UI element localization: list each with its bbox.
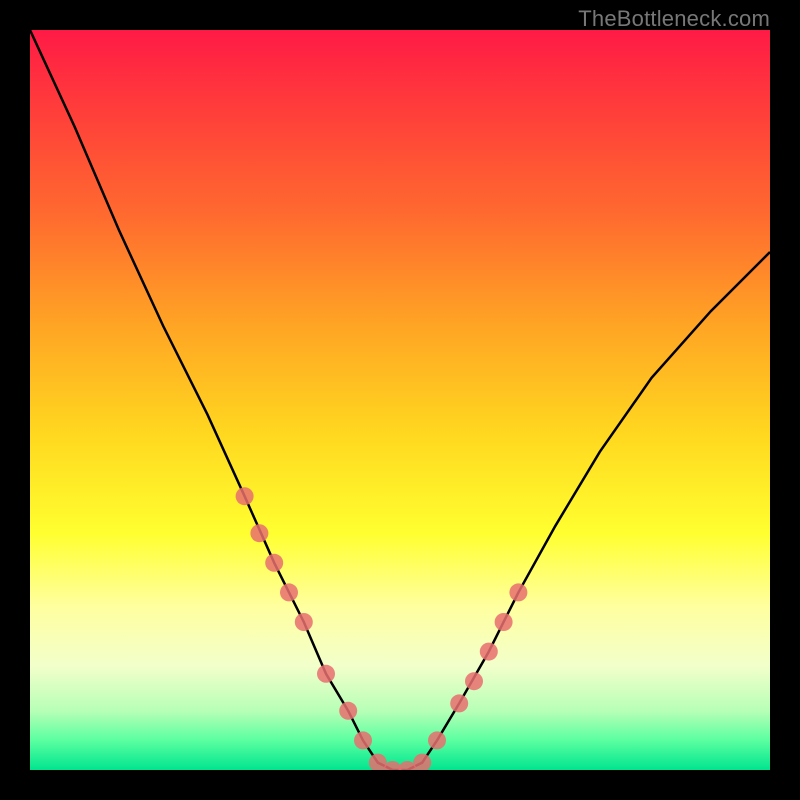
highlight-point (265, 554, 283, 572)
highlight-point (280, 583, 298, 601)
highlight-point (317, 665, 335, 683)
highlight-point (250, 524, 268, 542)
bottleneck-curve (30, 30, 770, 770)
highlight-point (495, 613, 513, 631)
plot-area (30, 30, 770, 770)
chart-svg (30, 30, 770, 770)
watermark-text: TheBottleneck.com (578, 6, 770, 32)
highlight-point (413, 754, 431, 770)
chart-container: TheBottleneck.com (0, 0, 800, 800)
highlight-point (465, 672, 483, 690)
highlight-point (295, 613, 313, 631)
highlight-point (509, 583, 527, 601)
highlight-point (428, 731, 446, 749)
highlight-point (480, 643, 498, 661)
highlight-point (450, 694, 468, 712)
highlight-point (236, 487, 254, 505)
highlight-point (354, 731, 372, 749)
highlight-points (236, 487, 528, 770)
highlight-point (339, 702, 357, 720)
